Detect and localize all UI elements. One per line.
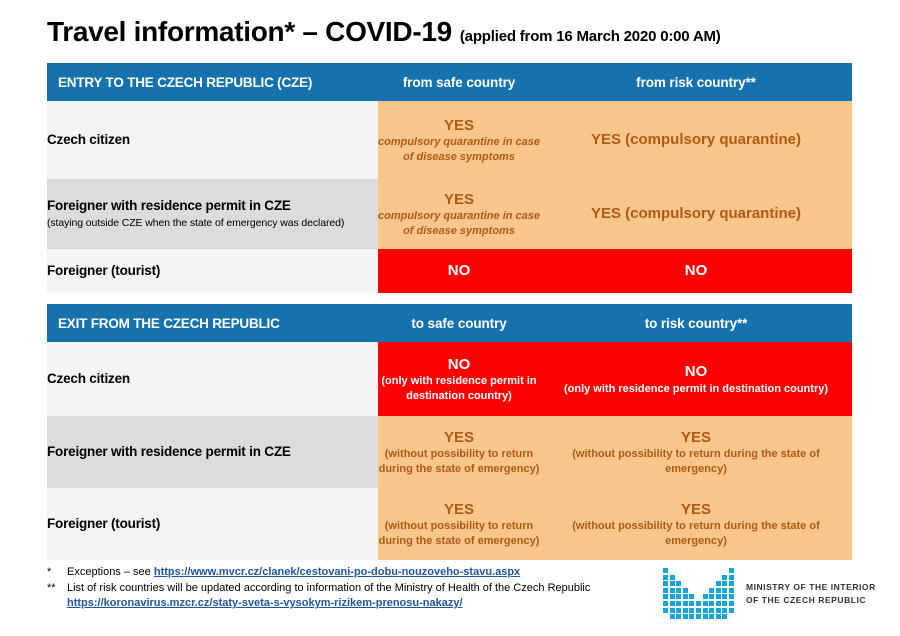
exit-row-label-foreigner-tourist: Foreigner (tourist)	[47, 488, 378, 560]
cell-verdict: YES (compulsory quarantine)	[590, 205, 802, 223]
cell-note: (without possibility to return during th…	[572, 448, 820, 475]
row-label-main: Foreigner (tourist)	[47, 515, 161, 531]
exit-header-risk-country: to risk country**	[540, 304, 852, 342]
ministry-logo: MINISTRY OF THE INTERIOR OF THE CZECH RE…	[663, 568, 876, 620]
cell-verdict: YES	[443, 190, 474, 208]
entry-table-header-row: ENTRY TO THE CZECH REPUBLIC (CZE) from s…	[47, 63, 852, 101]
entry-cell-czech-citizen-safe: YES compulsory quarantine in case of dis…	[378, 101, 540, 179]
footnote-exceptions: * Exceptions – see https://www.mvcr.cz/c…	[47, 565, 647, 581]
cell-verdict: YES	[443, 428, 474, 446]
entry-cell-foreigner-permit-risk: YES (compulsory quarantine)	[540, 179, 852, 249]
exit-cell-foreigner-tourist-safe: YES (without possibility to return durin…	[378, 488, 540, 560]
row-label-main: Foreigner with residence permit in CZE	[47, 198, 291, 213]
cell-note: (without possibility to return during th…	[378, 448, 540, 475]
footnote-text: List of risk countries will be updated a…	[67, 581, 591, 594]
footnote-text: Exceptions – see	[67, 566, 154, 578]
page-title-main: Travel information* – COVID-19	[47, 16, 452, 47]
exit-cell-czech-citizen-risk: NO (only with residence permit in destin…	[540, 342, 852, 416]
row-label-main: Foreigner with residence permit in CZE	[47, 443, 291, 459]
entry-cell-czech-citizen-risk: YES (compulsory quarantine)	[540, 101, 852, 179]
ministry-logo-line1: MINISTRY OF THE INTERIOR	[745, 582, 876, 593]
entry-cell-foreigner-tourist-safe: NO	[378, 249, 540, 293]
table-row: Foreigner (tourist) NO NO	[47, 249, 852, 293]
row-label-main: Foreigner (tourist)	[47, 262, 161, 278]
footnote-marker: **	[47, 581, 56, 594]
cell-note: compulsory quarantine in case of disease…	[378, 210, 540, 237]
table-row: Foreigner (tourist) YES (without possibi…	[47, 488, 852, 560]
cell-verdict: NO	[684, 363, 708, 381]
row-label-main: Czech citizen	[47, 131, 130, 147]
row-label-sub: (staying outside CZE when the state of e…	[47, 216, 345, 229]
entry-header-safe-country: from safe country	[378, 63, 540, 101]
footnote-body: List of risk countries will be updated a…	[67, 581, 647, 612]
entry-table: ENTRY TO THE CZECH REPUBLIC (CZE) from s…	[47, 63, 852, 293]
page-title-applied-date: (applied from 16 March 2020 0:00 AM)	[459, 28, 721, 45]
cell-verdict: YES (compulsory quarantine)	[590, 131, 802, 149]
footnote-body: Exceptions – see https://www.mvcr.cz/cla…	[67, 565, 647, 581]
exit-table: EXIT FROM THE CZECH REPUBLIC to safe cou…	[47, 304, 852, 560]
footnotes: * Exceptions – see https://www.mvcr.cz/c…	[47, 565, 647, 612]
cell-verdict: NO	[447, 262, 471, 280]
entry-row-label-foreigner-tourist: Foreigner (tourist)	[47, 249, 378, 293]
cell-note: (only with residence permit in destinati…	[381, 375, 537, 402]
exit-cell-foreigner-permit-risk: YES (without possibility to return durin…	[540, 416, 852, 488]
cell-verdict: YES	[443, 500, 474, 518]
entry-cell-foreigner-tourist-risk: NO	[540, 249, 852, 293]
entry-cell-foreigner-permit-safe: YES compulsory quarantine in case of dis…	[378, 179, 540, 249]
entry-header-risk-country: from risk country**	[540, 63, 852, 101]
exit-cell-foreigner-permit-safe: YES (without possibility to return durin…	[378, 416, 540, 488]
ministry-logo-line2: OF THE CZECH REPUBLIC	[745, 594, 867, 605]
table-row: Czech citizen YES compulsory quarantine …	[47, 101, 852, 179]
entry-header-label: ENTRY TO THE CZECH REPUBLIC (CZE)	[47, 63, 378, 101]
footnote-marker: *	[47, 566, 52, 578]
cell-note: compulsory quarantine in case of disease…	[378, 136, 540, 163]
exit-cell-czech-citizen-safe: NO (only with residence permit in destin…	[378, 342, 540, 416]
ministry-logo-text: MINISTRY OF THE INTERIOR OF THE CZECH RE…	[746, 581, 876, 606]
row-label-main: Czech citizen	[47, 370, 130, 386]
cell-verdict: NO	[447, 355, 471, 373]
exit-header-label: EXIT FROM THE CZECH REPUBLIC	[47, 304, 378, 342]
exit-cell-foreigner-tourist-risk: YES (without possibility to return durin…	[540, 488, 852, 560]
footnote-risk-countries: ** List of risk countries will be update…	[47, 581, 647, 612]
cell-verdict: NO	[684, 262, 708, 280]
table-row: Foreigner with residence permit in CZE Y…	[47, 416, 852, 488]
cell-note: (without possibility to return during th…	[378, 520, 540, 547]
cell-verdict: YES	[443, 116, 474, 134]
exit-table-header-row: EXIT FROM THE CZECH REPUBLIC to safe cou…	[47, 304, 852, 342]
footnote-link-koronavirus[interactable]: https://koronavirus.mzcr.cz/staty-sveta-…	[67, 597, 463, 609]
exit-row-label-czech-citizen: Czech citizen	[47, 342, 378, 416]
exit-header-safe-country: to safe country	[378, 304, 540, 342]
entry-row-label-foreigner-residence-permit: Foreigner with residence permit in CZE (…	[47, 179, 378, 249]
table-row: Foreigner with residence permit in CZE (…	[47, 179, 852, 249]
cell-note: (only with residence permit in destinati…	[563, 382, 829, 395]
ministry-logo-icon	[663, 568, 734, 620]
cell-note: (without possibility to return during th…	[572, 520, 820, 547]
cell-verdict: YES	[680, 500, 711, 518]
footnote-link-mvcr[interactable]: https://www.mvcr.cz/clanek/cestovani-po-…	[154, 566, 520, 578]
page-title: Travel information* – COVID-19 (applied …	[47, 16, 857, 56]
table-row: Czech citizen NO (only with residence pe…	[47, 342, 852, 416]
cell-verdict: YES	[680, 428, 711, 446]
entry-row-label-czech-citizen: Czech citizen	[47, 101, 378, 179]
exit-row-label-foreigner-residence-permit: Foreigner with residence permit in CZE	[47, 416, 378, 488]
